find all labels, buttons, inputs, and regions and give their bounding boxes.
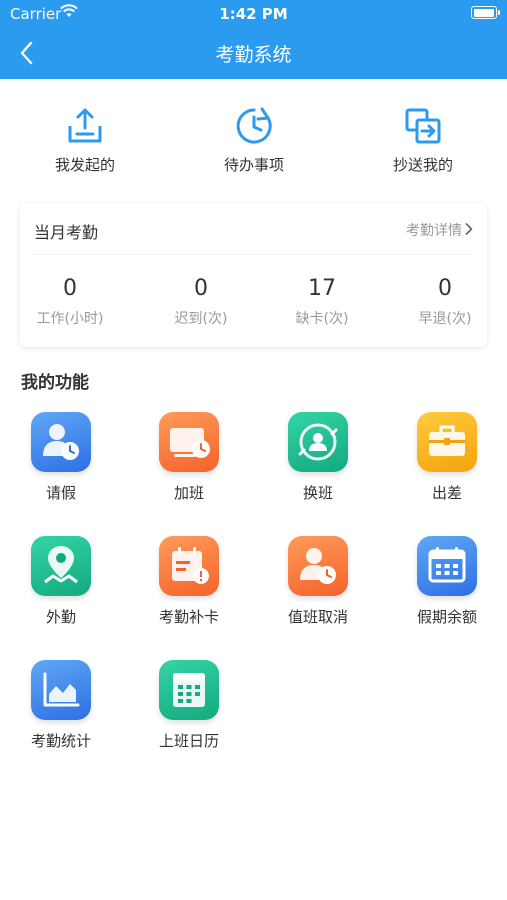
nav-bar: Carrier 1:42 PM 考勤系统 [0, 0, 507, 79]
function-label: 考勤统计 [30, 732, 91, 750]
function-label: 假期余额 [416, 608, 477, 626]
stat-work-hours[interactable]: 0 工作(小时) [20, 276, 120, 328]
clock-time: 1:42 PM [219, 5, 288, 23]
calendar-alert-icon [159, 536, 219, 596]
screen-clock-icon [159, 412, 219, 472]
function-label: 加班 [173, 484, 204, 502]
stat-label: 工作(小时) [36, 311, 104, 327]
function-work-calendar[interactable]: 上班日历 [134, 660, 244, 751]
card-title: 当月考勤 [34, 223, 99, 242]
function-field-work[interactable]: 外勤 [6, 536, 116, 627]
quick-action-label: 待办事项 [223, 156, 284, 174]
function-label: 出差 [431, 484, 462, 502]
function-label: 换班 [302, 484, 333, 502]
person-clock-icon [288, 536, 348, 596]
stat-label: 早退(次) [418, 311, 472, 327]
stat-late[interactable]: 0 迟到(次) [151, 276, 251, 328]
stat-value: 17 [308, 276, 336, 301]
function-attendance-reissue[interactable]: 考勤补卡 [134, 536, 244, 627]
stat-missing-punch[interactable]: 17 缺卡(次) [272, 276, 372, 328]
person-swap-icon [288, 412, 348, 472]
section-title: 我的功能 [21, 373, 89, 393]
upload-tray-icon [68, 108, 102, 143]
function-duty-cancel[interactable]: 值班取消 [263, 536, 373, 627]
quick-action-initiated[interactable]: 我发起的 [10, 100, 160, 175]
quick-action-todo[interactable]: 待办事项 [179, 100, 329, 175]
function-business-trip[interactable]: 出差 [392, 412, 502, 503]
monthly-attendance-card: 当月考勤 考勤详情 0 工作(小时) 0 迟到(次) 17 缺卡(次) 0 早退… [20, 204, 487, 347]
function-leave-balance[interactable]: 假期余额 [392, 536, 502, 627]
function-attendance-stats[interactable]: 考勤统计 [6, 660, 116, 751]
function-label: 上班日历 [158, 732, 219, 750]
function-label: 请假 [45, 484, 76, 502]
function-label: 值班取消 [287, 608, 348, 626]
quick-action-label: 抄送我的 [392, 156, 453, 174]
attendance-detail-label: 考勤详情 [406, 223, 462, 239]
quick-action-cc[interactable]: 抄送我的 [348, 100, 498, 175]
briefcase-icon [417, 412, 477, 472]
stat-label: 迟到(次) [174, 311, 228, 327]
person-clock-icon [31, 412, 91, 472]
function-label: 外勤 [45, 608, 76, 626]
function-shift-swap[interactable]: 换班 [263, 412, 373, 503]
clock-history-icon [236, 107, 272, 144]
stat-value: 0 [63, 276, 77, 301]
calendar-grid-icon [417, 536, 477, 596]
function-overtime[interactable]: 加班 [134, 412, 244, 503]
area-chart-icon [31, 660, 91, 720]
copy-forward-icon [405, 108, 441, 144]
function-label: 考勤补卡 [158, 608, 219, 626]
chevron-right-icon [465, 223, 473, 239]
function-leave[interactable]: 请假 [6, 412, 116, 503]
attendance-detail-link[interactable]: 考勤详情 [406, 220, 473, 240]
calendar-grid-icon [159, 660, 219, 720]
divider [34, 254, 473, 255]
battery-icon [471, 6, 500, 19]
page-title: 考勤系统 [215, 44, 292, 66]
stat-label: 缺卡(次) [295, 311, 349, 327]
quick-actions: 我发起的 待办事项 抄送我的 [0, 100, 507, 190]
location-pin-icon [31, 536, 91, 596]
stat-early-leave[interactable]: 0 早退(次) [395, 276, 495, 328]
status-bar: Carrier 1:42 PM [0, 0, 507, 28]
stat-value: 0 [194, 276, 208, 301]
quick-action-label: 我发起的 [54, 156, 115, 174]
stat-value: 0 [438, 276, 452, 301]
